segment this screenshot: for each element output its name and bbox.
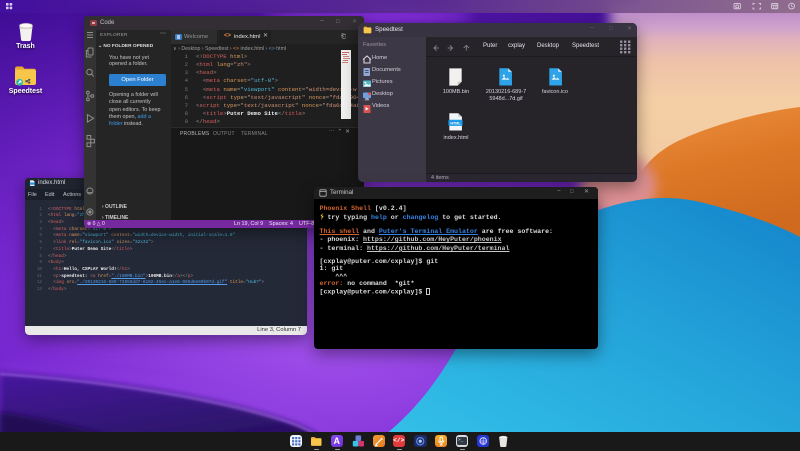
svg-text:HTML: HTML — [450, 121, 461, 125]
